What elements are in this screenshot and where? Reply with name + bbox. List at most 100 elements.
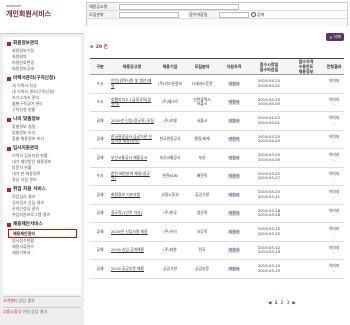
field-input[interactable] — [119, 11, 179, 18]
cell-type: 공채 — [90, 148, 110, 168]
cell-name[interactable]: 2019년 신입사원 채용 — [110, 222, 154, 242]
deadline-input[interactable] — [219, 11, 249, 18]
cell-name[interactable]: 한국관광공사 공공기관 신입직원 채용(행정) — [110, 130, 154, 149]
table-row: 공채 한국관광공사 공공기관 신입직원 채용(행정) 한국관광공사 행정/회계 지원서 2… — [90, 130, 344, 149]
sidebar-item[interactable]: 맞춤 채용정보 보기 — [7, 136, 77, 142]
sidebar-item[interactable]: 채용기록지 — [7, 250, 77, 256]
table-row: 공채 2019년 신입사원 채용 (주)우리 사무직 지원서 2019-03-15 201… — [90, 222, 344, 242]
sidebar-section-title[interactable]: 이력서관리(구직신청) — [7, 74, 77, 83]
title-input[interactable] — [119, 3, 239, 10]
status-badge: 지원서 — [227, 247, 241, 253]
cell-result: 이미지 - — [324, 167, 344, 186]
sidebar-nav: 회원정보관리 회원정보수정 회원탈퇴 비밀번호변경 회원정보공개 이력서관리(구직신청) 새… — [3, 37, 81, 294]
quick-links: 고객센터 상담 결과 고용노동부 민원 상담 결과 — [3, 296, 81, 322]
column-header: 전형결과 — [324, 58, 344, 75]
cell-name[interactable]: 2019년 신입(정규직) 모집 — [110, 111, 154, 131]
column-header: 구분 — [90, 58, 110, 75]
sidebar-section-title[interactable]: 나의 맞춤정보 — [7, 115, 77, 124]
column-header: 채용공고명 — [110, 58, 154, 75]
cell-field: 서울시 — [186, 111, 218, 131]
table-row: 수시 한전 배전분야 채용(정규직) 한전KDN 배전직 지원서 2019-03-22 2… — [90, 167, 344, 186]
cell-field: 공공기관 — [186, 185, 218, 205]
sidebar-section: 회원정보관리 회원정보수정 회원탈퇴 비밀번호변경 회원정보공개 — [7, 39, 77, 72]
result-count: ⊕ 29 건 — [90, 44, 108, 51]
status-badge: 지원서 — [227, 80, 241, 86]
brand-logo: WORKNET — [6, 4, 22, 8]
sidebar-item[interactable]: 관심 기업 관리 — [7, 177, 77, 183]
cell-type: 공채 — [90, 222, 110, 242]
label-field: 모집분야 — [87, 11, 117, 18]
cell-name[interactable]: 인턴(경력사원 및 청년)채용 — [110, 74, 154, 94]
cell-company: (주)우리 — [154, 222, 186, 242]
sidebar-section-title[interactable]: 회원정보관리 — [7, 39, 77, 48]
column-header: 접수자격 수용한도 채용정보 — [288, 58, 324, 75]
column-header: 지원자격 — [218, 58, 250, 75]
cell-note — [288, 167, 324, 186]
sidebar-section-title[interactable]: 취업 지원 서비스 — [7, 185, 77, 194]
cell-name[interactable]: 정규직(1년차 이상) — [110, 204, 154, 223]
sidebar-item[interactable]: 구직신청 현황 — [7, 107, 77, 113]
cell-dates: 2019-03-10 2019-03-15 — [250, 259, 288, 279]
cell-field: 전국 — [186, 241, 218, 260]
table-row: 공채 2019년 신입(정규직) 모집 (주)호텔 서울시 지원서 2019-04-22 … — [90, 111, 344, 131]
status-badge: 지원서 — [227, 136, 241, 142]
cell-name[interactable]: 2019 신입 공개채용 — [110, 241, 154, 260]
cell-note — [288, 185, 324, 205]
cell-name[interactable]: 한전 배전분야 채용(정규직) — [110, 167, 154, 186]
cell-dates: 2019-04-23 2019-05-01 — [250, 74, 288, 94]
prev-page-button[interactable]: ◀ — [268, 301, 271, 306]
cell-result: 이미지 - — [324, 74, 344, 94]
sidebar-section-title[interactable]: 입사지원관리 — [7, 144, 77, 153]
cell-dates: 2019-03-25 2019-04-05 — [250, 148, 288, 168]
search-button[interactable]: 검색 — [251, 12, 264, 18]
cell-status: 지원서 — [218, 241, 250, 260]
status-badge: 지원서 — [227, 99, 241, 105]
sidebar-item[interactable]: 채용제안관리 — [8, 229, 77, 238]
cell-type: 공채 — [90, 259, 110, 279]
page-1[interactable]: 1 — [274, 301, 277, 306]
cell-field: 행정/회계 — [186, 130, 218, 149]
cell-field: 사무직 — [186, 222, 218, 242]
cell-type: 공채 — [90, 204, 110, 223]
cell-result: 이미지 - — [324, 148, 344, 168]
cell-name[interactable]: 2019 공공부문 채용 — [110, 259, 154, 279]
cell-dates: 2019-04-22 2019-05-01 — [250, 111, 288, 131]
cell-type: 수시 — [90, 93, 110, 112]
cell-company: 공공기관 — [154, 259, 186, 279]
sidebar-item[interactable]: 취업지원프로그램 결과 — [7, 212, 77, 218]
cell-company: (주)한국 — [154, 204, 186, 223]
status-badge: 지원서 — [227, 265, 241, 271]
cell-dates: 2019-03-12 2019-03-19 — [250, 241, 288, 260]
bullet-icon — [7, 117, 11, 122]
cell-note — [288, 204, 324, 223]
page-2[interactable]: 2 — [281, 301, 284, 306]
table-row: 공채 부산교통공사 채용공고 부산교통공사 부산 지원서 2019-03-25 2019-… — [90, 148, 344, 168]
sidebar-item[interactable]: 회원정보공개 — [7, 66, 77, 72]
cell-field: 시내버스운전 — [186, 74, 218, 94]
delete-button[interactable]: ✕ 삭제 — [326, 33, 344, 41]
bullet-icon — [7, 187, 11, 192]
cell-note — [288, 74, 324, 94]
cell-company: 부산교통공사 — [154, 148, 186, 168]
sidebar-section-title[interactable]: 채용제안서비스 — [7, 220, 77, 229]
quicklink-customer-center[interactable]: 고객센터 상담 결과 — [3, 296, 81, 304]
label-title: 채용공고명 — [87, 3, 117, 10]
cell-name[interactable]: 회원정보 기본사항 — [110, 185, 154, 205]
sidebar-section: 이력서관리(구직신청) 새 이력서 작성 내 이력서 관리(구직신청) 자기소개서 관… — [7, 74, 77, 113]
cell-name[interactable]: 부산교통공사 채용공고 — [110, 148, 154, 168]
bullet-icon — [7, 41, 11, 46]
sidebar-section: 입사지원관리 이력서 입사지원 현황 내가 제안받은 채용정보 방문자 현황 내가 본 … — [7, 144, 77, 183]
cell-note — [288, 148, 324, 168]
cell-field: 생산직 — [186, 204, 218, 223]
cell-note — [288, 222, 324, 242]
cell-result: 이미지 - — [324, 204, 344, 223]
page-3[interactable]: 3 — [286, 301, 289, 306]
status-badge: 지원서 — [227, 173, 241, 179]
quicklink-ministry[interactable]: 고용노동부 민원 상담 결과 — [3, 307, 81, 315]
cell-type: 공채 — [90, 241, 110, 260]
next-page-button[interactable]: ▶ — [292, 301, 295, 306]
cell-name[interactable]: 호텔리치스 1급정규직(정규직) — [110, 93, 154, 112]
cell-result: 이미지 - — [324, 185, 344, 205]
sidebar-section: 취업 지원 서비스 직업심리 결과 심리검사 상담 결과 온라인상담 결과 취업지원프로… — [7, 185, 77, 218]
column-header: 채용기업 — [154, 58, 186, 75]
